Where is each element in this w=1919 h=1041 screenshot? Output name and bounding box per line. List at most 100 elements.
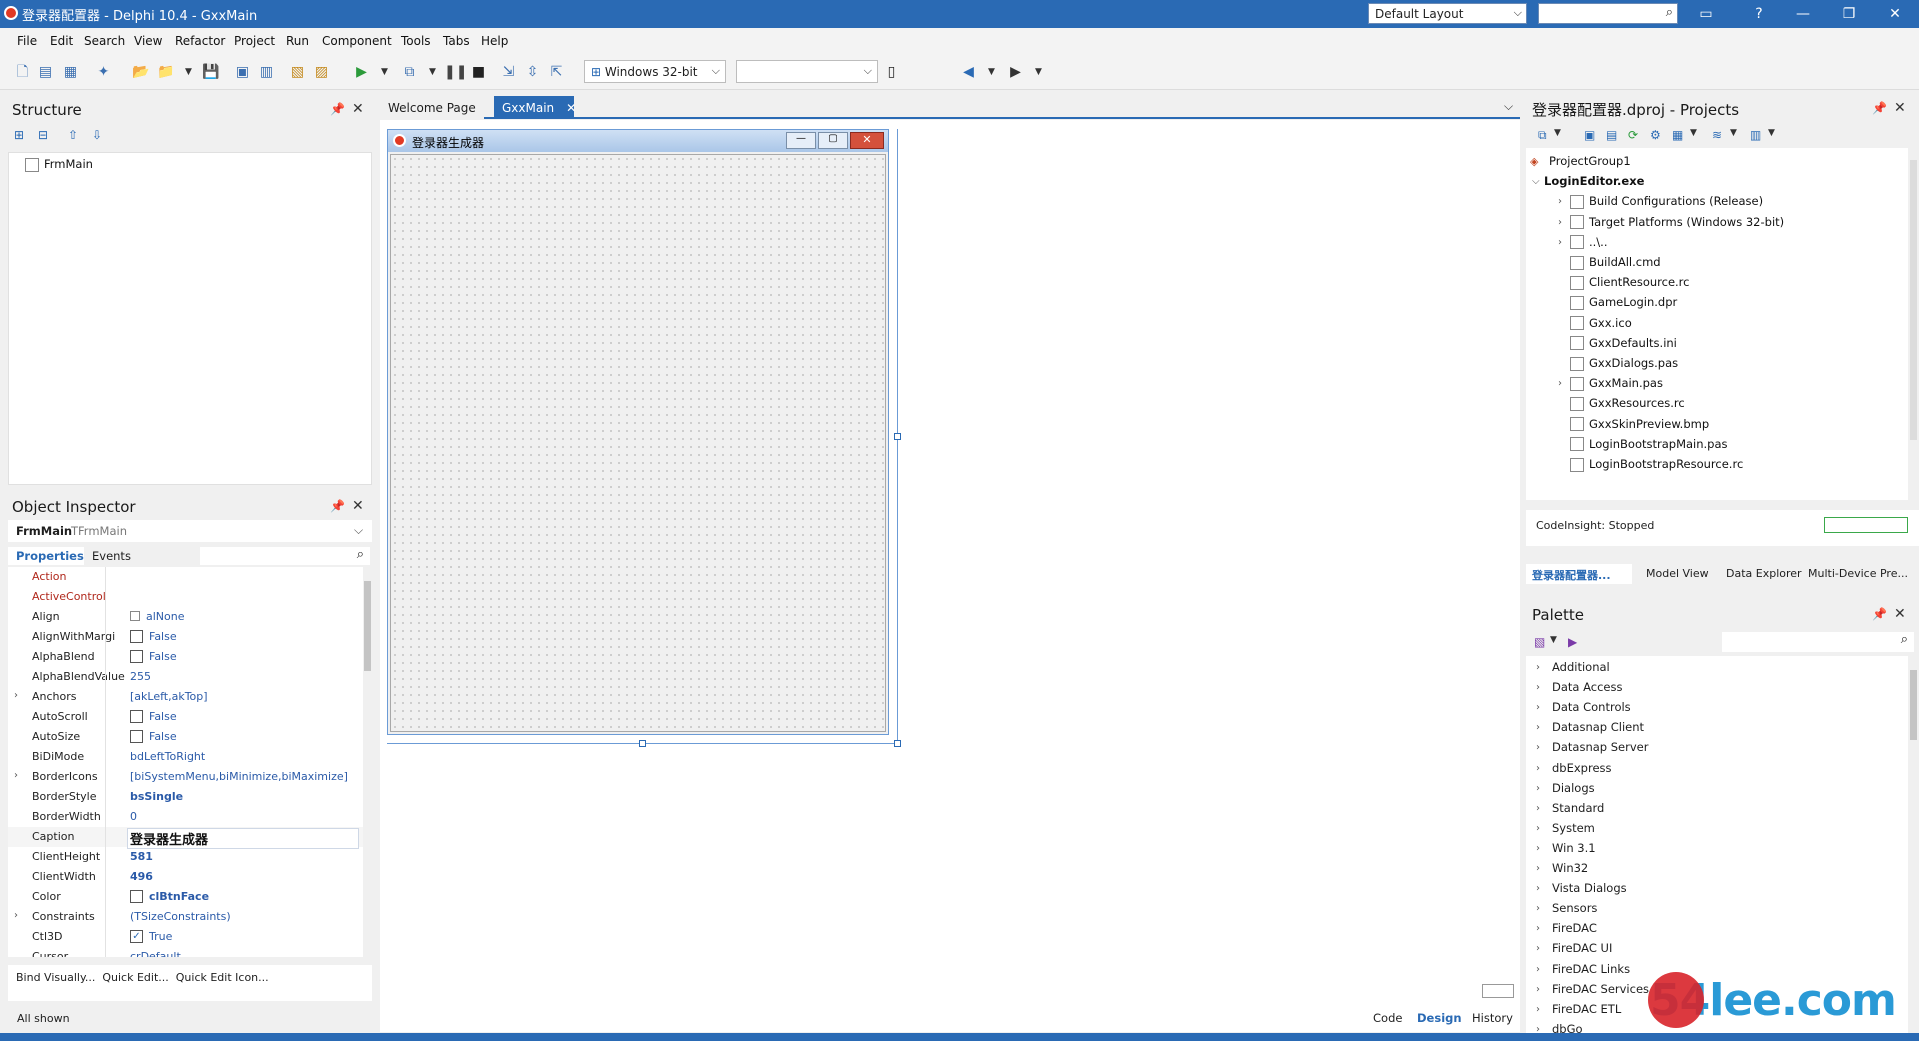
run-to-cursor-icon[interactable]: ⇱ [548, 64, 565, 81]
property-row-borderstyle[interactable]: BorderStyle bsSingle [8, 787, 363, 807]
pin-icon[interactable]: 📌 [1872, 607, 1887, 621]
resize-handle[interactable] [894, 740, 901, 747]
form-client-area[interactable] [390, 154, 886, 732]
palette-search-input[interactable]: ⌕ [1722, 632, 1914, 652]
tab-welcome-page[interactable]: Welcome Page [380, 96, 484, 119]
chevron-down-icon[interactable]: ⌵ [1532, 176, 1540, 187]
palette-category[interactable]: Additional [1552, 660, 1610, 674]
checkbox-icon[interactable]: ✓ [130, 929, 143, 943]
chevron-right-icon[interactable]: › [1536, 662, 1540, 673]
property-value[interactable]: bsSingle [130, 790, 183, 803]
tree-node-frmmain[interactable]: FrmMain [25, 157, 93, 172]
palette-category[interactable]: Datasnap Server [1552, 740, 1648, 754]
property-row-alignwithmargi[interactable]: AlignWithMargi False [8, 627, 363, 647]
project-tree-item[interactable]: GameLogin.dpr [1570, 295, 1677, 310]
trace-into-icon[interactable]: ⇳ [524, 64, 541, 81]
property-value[interactable]: alNone [130, 610, 185, 623]
property-search-input[interactable]: ⌕ [200, 547, 370, 565]
checkbox-icon[interactable] [130, 649, 143, 663]
chevron-down-icon[interactable]: ▼ [1690, 128, 1697, 138]
project-tree-item[interactable]: LoginBootstrapResource.rc [1570, 457, 1743, 472]
designed-form[interactable]: 登录器生成器 — ▢ ✕ [387, 129, 889, 735]
chevron-right-icon[interactable]: › [1536, 682, 1540, 693]
palette-filter-icon[interactable]: ▶ [1568, 635, 1577, 649]
menu-help[interactable]: Help [481, 34, 508, 48]
desktop-icon[interactable]: ▭ [1688, 0, 1724, 28]
open-project-icon[interactable]: 📁 [157, 64, 174, 81]
pin-icon[interactable]: 📌 [330, 499, 345, 513]
project-tree-item[interactable]: BuildAll.cmd [1570, 255, 1661, 270]
property-row-color[interactable]: Color clBtnFace [8, 887, 363, 907]
chevron-right-icon[interactable]: › [1536, 863, 1540, 874]
expand-all-icon[interactable]: ⊞ [14, 128, 24, 142]
deploy-icon[interactable]: ▥ [1750, 128, 1761, 142]
minimize-button[interactable]: — [1780, 0, 1826, 28]
property-scrollbar[interactable] [363, 567, 372, 957]
project-tree-item[interactable]: LoginBootstrapMain.pas [1570, 437, 1728, 452]
project-tree-item[interactable]: ClientResource.rc [1570, 275, 1690, 290]
layout-combo[interactable]: Default Layout ⌵ [1368, 3, 1527, 24]
chevron-right-icon[interactable]: › [1558, 196, 1562, 207]
menu-project[interactable]: Project [234, 34, 275, 48]
palette-category[interactable]: Datasnap Client [1552, 720, 1644, 734]
help-button[interactable]: ? [1736, 0, 1782, 28]
property-value[interactable]: False [130, 709, 177, 723]
palette-category[interactable]: Vista Dialogs [1552, 881, 1627, 895]
chevron-right-icon[interactable]: › [1536, 883, 1540, 894]
chevron-right-icon[interactable]: › [1536, 843, 1540, 854]
palette-category[interactable]: System [1552, 821, 1595, 835]
tab-properties[interactable]: Properties [8, 547, 84, 565]
property-row-align[interactable]: Align alNone [8, 607, 363, 627]
chevron-down-icon[interactable]: ▼ [424, 64, 441, 81]
property-row-cursor[interactable]: Cursor crDefault [8, 947, 363, 957]
checkbox-icon[interactable] [130, 729, 143, 743]
device-icon[interactable]: ▯ [883, 64, 900, 81]
scrollbar-thumb[interactable] [1910, 160, 1917, 440]
property-row-ctl3d[interactable]: Ctl3D ✓ True [8, 927, 363, 947]
move-down-icon[interactable]: ⇩ [92, 128, 102, 142]
chevron-right-icon[interactable]: › [1536, 943, 1540, 954]
new-unit-icon[interactable]: ▦ [62, 64, 79, 81]
add-to-project-icon[interactable]: ▧ [289, 64, 306, 81]
run-without-debug-icon[interactable]: ⧉ [401, 64, 418, 81]
add-existing-icon[interactable]: ▤ [1606, 128, 1617, 142]
chevron-right-icon[interactable]: › [1536, 783, 1540, 794]
property-value[interactable]: clBtnFace [130, 889, 209, 903]
palette-category[interactable]: FireDAC ETL [1552, 1002, 1621, 1016]
menu-search[interactable]: Search [84, 34, 125, 48]
form-preview-icon[interactable] [1482, 984, 1514, 998]
chevron-right-icon[interactable]: › [1536, 1004, 1540, 1015]
close-icon[interactable]: ✕ [566, 101, 576, 115]
menu-run[interactable]: Run [286, 34, 309, 48]
sort-icon[interactable]: ≋ [1712, 128, 1722, 142]
close-button[interactable]: ✕ [1872, 0, 1918, 28]
chevron-right-icon[interactable]: › [14, 770, 18, 781]
bottom-tab-code[interactable]: Code [1373, 1011, 1402, 1025]
form-caption-bar[interactable]: 登录器生成器 — ▢ ✕ [388, 130, 888, 152]
save-all-icon[interactable]: ▣ [234, 64, 251, 81]
chevron-right-icon[interactable]: › [1558, 237, 1562, 248]
property-row-bidimode[interactable]: BiDiMode bdLeftToRight [8, 747, 363, 767]
run-icon[interactable]: ▶ [353, 64, 370, 81]
chevron-right-icon[interactable]: › [1536, 722, 1540, 733]
checkbox-icon[interactable] [130, 629, 143, 643]
tab-multi-device-preview[interactable]: Multi-Device Pre... [1808, 567, 1908, 580]
chevron-right-icon[interactable]: › [1536, 742, 1540, 753]
project-tree-item[interactable]: Build Configurations (Release) [1570, 194, 1763, 209]
align-icon[interactable] [130, 611, 140, 621]
property-row-alphablend[interactable]: AlphaBlend False [8, 647, 363, 667]
project-tree-item[interactable]: GxxDefaults.ini [1570, 336, 1677, 351]
tab-events[interactable]: Events [92, 549, 131, 563]
collapse-all-icon[interactable]: ⊟ [38, 128, 48, 142]
property-row-constraints[interactable]: › Constraints (TSizeConstraints) [8, 907, 363, 927]
close-file-icon[interactable]: ▥ [258, 64, 275, 81]
palette-scrollbar[interactable] [1908, 656, 1919, 1041]
palette-category[interactable]: dbExpress [1552, 761, 1612, 775]
palette-category[interactable]: Data Controls [1552, 700, 1631, 714]
chevron-right-icon[interactable]: › [1536, 823, 1540, 834]
chevron-right-icon[interactable]: › [14, 690, 18, 701]
pin-icon[interactable]: 📌 [330, 102, 345, 116]
property-row-action[interactable]: Action [8, 567, 363, 587]
checkbox-icon[interactable] [130, 889, 143, 903]
back-arrow-icon[interactable]: ◀ [960, 64, 977, 81]
